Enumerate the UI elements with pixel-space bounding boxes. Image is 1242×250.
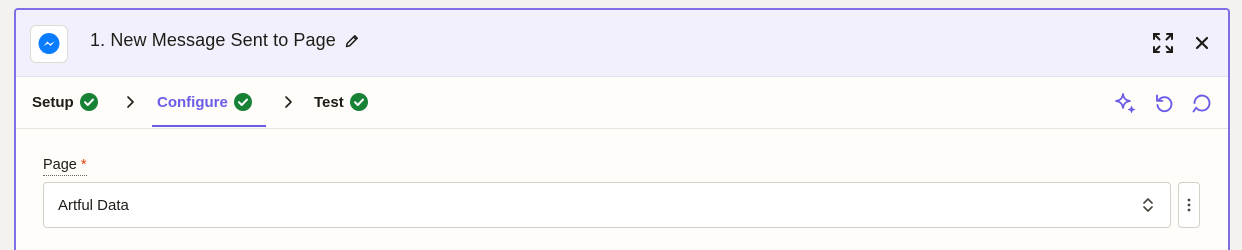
step-tabs: Setup Configure Test xyxy=(16,76,1228,129)
expand-icon[interactable] xyxy=(1150,30,1176,56)
chevron-right-icon xyxy=(127,96,134,108)
required-marker: * xyxy=(80,157,87,173)
chevron-right-icon xyxy=(285,96,292,108)
page-field-label: Page * xyxy=(43,157,87,176)
tab-label: Setup xyxy=(32,93,74,111)
comment-icon[interactable] xyxy=(1189,90,1215,116)
field-label-text: Page xyxy=(43,157,77,173)
page-select[interactable]: Artful Data xyxy=(43,182,1171,228)
tab-setup[interactable]: Setup xyxy=(32,76,98,128)
messenger-icon xyxy=(30,25,68,63)
tab-configure[interactable]: Configure xyxy=(157,76,252,128)
pencil-icon[interactable] xyxy=(344,33,360,49)
select-caret-icon xyxy=(1143,198,1153,212)
tab-label: Configure xyxy=(157,93,228,111)
check-circle-icon xyxy=(233,93,252,111)
configure-form: Page * Artful Data xyxy=(16,129,1228,250)
check-circle-icon xyxy=(79,93,98,111)
undo-icon[interactable] xyxy=(1151,90,1177,116)
tab-test[interactable]: Test xyxy=(314,76,368,128)
select-value: Artful Data xyxy=(58,197,129,214)
step-title: 1. New Message Sent to Page xyxy=(90,30,336,50)
tab-label: Test xyxy=(314,93,344,111)
step-panel: 1. New Message Sent to Page Setup Config… xyxy=(14,8,1230,250)
close-icon[interactable] xyxy=(1190,31,1214,55)
more-vertical-icon xyxy=(1187,198,1191,212)
check-circle-icon xyxy=(349,93,368,111)
active-tab-indicator xyxy=(152,125,266,127)
sparkle-icon[interactable] xyxy=(1112,90,1138,116)
field-options-button[interactable] xyxy=(1178,182,1200,228)
step-header: 1. New Message Sent to Page xyxy=(16,10,1228,77)
